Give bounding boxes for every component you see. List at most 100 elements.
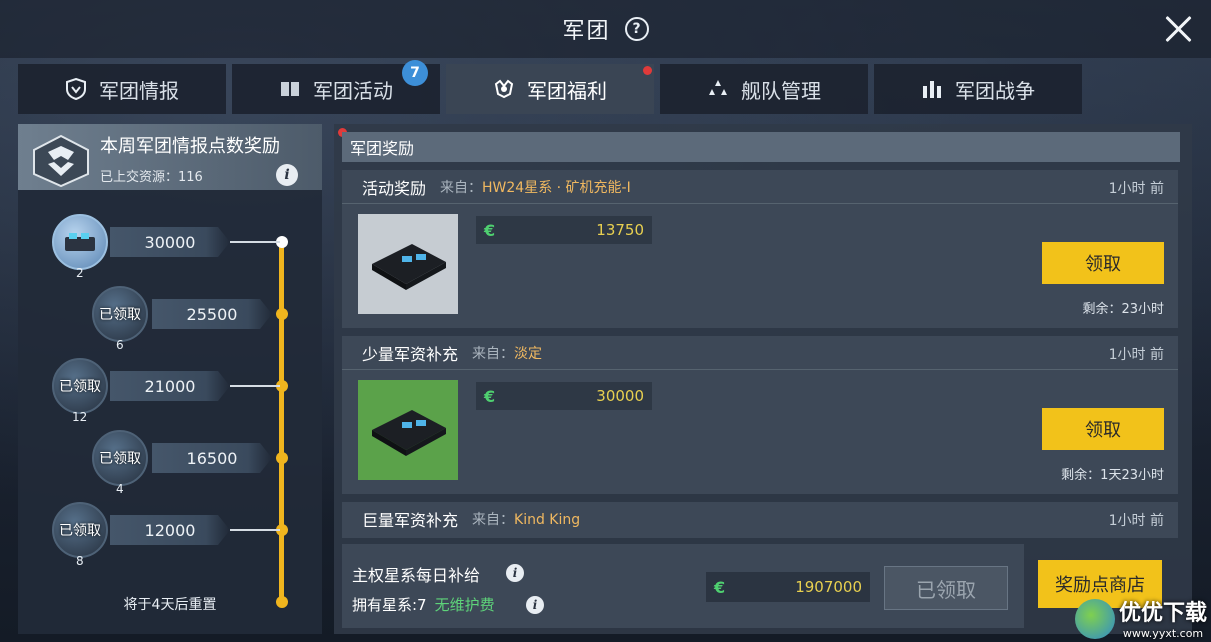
- reward-name: 少量军资补充: [362, 344, 459, 364]
- tab-label: 军团福利: [527, 78, 607, 103]
- tab-label: 军团战争: [955, 78, 1035, 103]
- claimed-label: 已领取: [59, 379, 101, 395]
- credit-icon: €: [484, 220, 496, 240]
- chest-icon: [65, 233, 95, 251]
- reward-source: 来自：淡定: [472, 343, 542, 363]
- reward-chest-button[interactable]: 已领取: [52, 502, 108, 558]
- track-node: [276, 452, 288, 464]
- book-icon: [279, 78, 301, 100]
- reward-time: 1小时 前: [1108, 347, 1164, 363]
- gift-icon: [493, 78, 515, 100]
- tab-label: 舰队管理: [741, 78, 821, 103]
- reward-chest-button[interactable]: 已领取: [92, 430, 148, 486]
- reward-count: 2: [76, 266, 84, 280]
- info-icon[interactable]: i: [506, 564, 524, 582]
- daily-supply-box: 主权星系每日补给 i 拥有星系:7 无维护费 i € 1907000 已领取: [342, 544, 1024, 628]
- tab-legion-activity[interactable]: 军团活动 7: [232, 60, 440, 114]
- reward-card: 巨量军资补充 来自：Kind King 1小时 前: [342, 502, 1178, 538]
- notification-badge: 7: [402, 60, 428, 86]
- submitted-resources: 已上交资源：116: [100, 170, 203, 185]
- connector-line: [230, 529, 280, 531]
- resource-amount: € 30000: [476, 382, 652, 410]
- fleet-icon: [707, 78, 729, 100]
- track-node: [276, 308, 288, 320]
- mining-device-image: [358, 380, 458, 480]
- connector-line: [230, 385, 280, 387]
- reward-chest-button[interactable]: [52, 214, 108, 270]
- resource-value: 30000: [596, 387, 644, 405]
- reward-card-header: 巨量军资补充 来自：Kind King: [342, 502, 1178, 536]
- weekly-reward-title: 本周军团情报点数奖励: [100, 136, 280, 157]
- shield-icon: [65, 78, 87, 100]
- watermark-url: www.yyxt.com: [1122, 627, 1204, 640]
- reward-card: 活动奖励 来自：HW24星系 · 矿机充能-I 1小时 前 € 13750 领取…: [342, 170, 1178, 328]
- reward-count: 12: [72, 410, 88, 424]
- close-icon[interactable]: [1161, 12, 1195, 46]
- reward-threshold: 25500: [152, 299, 272, 329]
- reward-name: 活动奖励: [362, 178, 427, 198]
- reward-chest-button[interactable]: 已领取: [52, 358, 108, 414]
- reward-time: 1小时 前: [1108, 181, 1164, 197]
- claimed-label: 已领取: [59, 523, 101, 539]
- maintenance-status: 无维护费: [434, 596, 495, 614]
- reward-source: 来自：HW24星系 · 矿机充能-I: [440, 177, 631, 197]
- legion-emblem-icon: [26, 132, 96, 188]
- resource-value: 13750: [596, 221, 644, 239]
- resource-value: 1907000: [795, 578, 862, 596]
- claim-button[interactable]: 领取: [1042, 242, 1164, 284]
- reward-threshold: 16500: [152, 443, 272, 473]
- watermark-text: 优优下载: [1118, 601, 1207, 626]
- tab-legion-welfare[interactable]: 军团福利: [446, 64, 654, 114]
- tab-legion-war[interactable]: 军团战争: [874, 64, 1082, 114]
- window-title: 军团: [562, 19, 611, 44]
- tab-bar: 军团情报 军团活动 7 军团福利 舰队管理 军团战争: [18, 60, 1082, 114]
- watermark-logo: [1074, 599, 1115, 639]
- reward-threshold: 12000: [110, 515, 230, 545]
- help-icon[interactable]: ?: [624, 17, 649, 41]
- reward-source: 来自：Kind King: [472, 509, 580, 529]
- reward-count: 6: [116, 338, 124, 352]
- reward-count: 8: [76, 554, 84, 568]
- source-name: HW24星系 · 矿机充能-I: [482, 179, 631, 196]
- watermark: 优优下载 www.yyxt.com: [1074, 595, 1207, 640]
- owned-systems: 拥有星系:7 无维护费: [352, 594, 495, 615]
- progress-track: [279, 242, 284, 602]
- legion-reward-header: 军团奖励: [342, 132, 1180, 162]
- mining-device-image: [358, 214, 458, 314]
- title-bar: 军团 ?: [0, 0, 1211, 58]
- reward-threshold: 30000: [110, 227, 230, 257]
- reward-card: 少量军资补充 来自：淡定 1小时 前 € 30000 领取 剩余：1天23小时: [342, 336, 1178, 494]
- daily-supply-title: 主权星系每日补给: [352, 566, 481, 585]
- reward-card-header: 活动奖励 来自：HW24星系 · 矿机充能-I: [342, 170, 1178, 204]
- reset-notice: 将于4天后重置: [123, 597, 217, 613]
- weekly-reward-panel: 本周军团情报点数奖励 已上交资源：116 i 2 30000 已领取 6 255…: [18, 124, 322, 634]
- daily-resource-amount: € 1907000: [706, 572, 870, 602]
- tab-legion-intel[interactable]: 军团情报: [18, 64, 226, 114]
- legion-reward-panel: 军团奖励 活动奖励 来自：HW24星系 · 矿机充能-I 1小时 前 € 137…: [334, 124, 1192, 634]
- weekly-reward-header: 本周军团情报点数奖励 已上交资源：116 i: [18, 124, 322, 190]
- tab-label: 军团活动: [313, 78, 393, 103]
- claim-button[interactable]: 领取: [1042, 408, 1164, 450]
- remaining-time: 剩余：23小时: [1082, 302, 1164, 317]
- source-name: 淡定: [514, 345, 543, 362]
- owned-systems-count: 拥有星系:7: [352, 596, 427, 614]
- alert-dot: [643, 66, 652, 75]
- reward-name: 巨量军资补充: [362, 511, 459, 530]
- remaining-time: 剩余：1天23小时: [1061, 468, 1164, 483]
- claimed-label: 已领取: [99, 307, 141, 323]
- tab-label: 军团情报: [99, 78, 179, 103]
- source-prefix: 来自：: [472, 345, 515, 362]
- source-prefix: 来自：: [472, 512, 515, 528]
- info-icon[interactable]: i: [526, 596, 544, 614]
- claimed-button[interactable]: 已领取: [884, 566, 1008, 610]
- reward-card-header: 少量军资补充 来自：淡定: [342, 336, 1178, 370]
- connector-line: [230, 241, 280, 243]
- source-name: Kind King: [514, 512, 581, 528]
- tab-fleet-management[interactable]: 舰队管理: [660, 64, 868, 114]
- credit-icon: €: [714, 577, 726, 597]
- info-icon[interactable]: i: [276, 164, 298, 186]
- reward-chest-button[interactable]: 已领取: [92, 286, 148, 342]
- war-icon: [921, 78, 943, 100]
- reward-time: 1小时 前: [1108, 513, 1164, 529]
- resource-amount: € 13750: [476, 216, 652, 244]
